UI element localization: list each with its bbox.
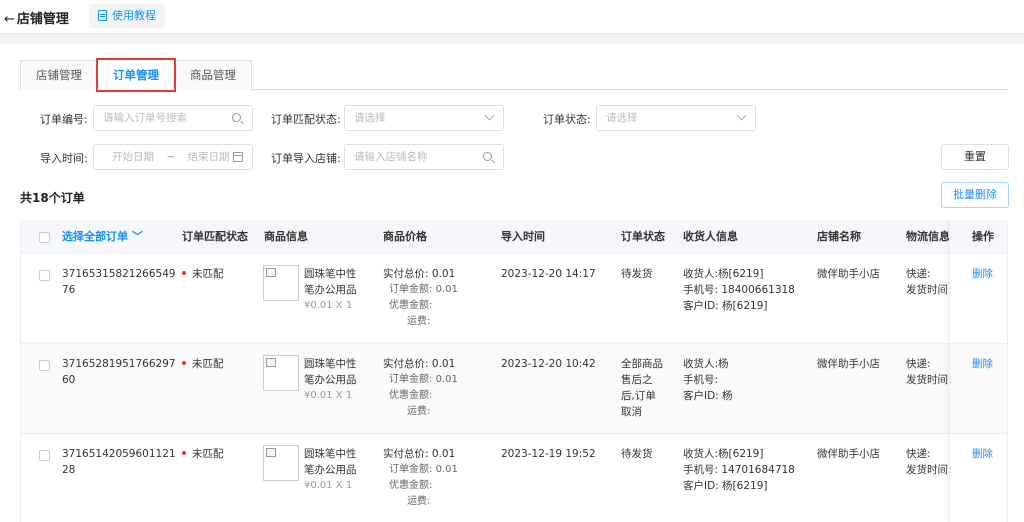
match-status-label: 订单匹配状态: — [271, 113, 341, 126]
order-status-label: 订单状态: — [543, 113, 591, 126]
logistics-info: 快递: 发货时间: — [906, 448, 952, 476]
table-row: 37165281951766297 60 未匹配 圆珠笔中性 笔办公用品 ¥0.01 … — [21, 344, 1007, 434]
match-status-select[interactable]: 请选择 — [344, 105, 504, 131]
chevron-down-icon — [484, 110, 495, 121]
order-status-placeholder: 请选择 — [606, 112, 638, 124]
column-header-logistics-info: 物流信息 — [906, 230, 950, 243]
column-header-import-time: 导入时间 — [501, 230, 545, 243]
row-checkbox[interactable] — [39, 270, 50, 281]
column-header-match-status: 订单匹配状态 — [182, 230, 248, 243]
back-label: 店铺管理 — [16, 12, 69, 27]
order-number: 37165142059601121 28 — [62, 448, 176, 476]
reset-button[interactable]: 重置 — [941, 144, 1009, 170]
table-header: 选择全部订单 ﹀ 订单匹配状态 商品信息 商品价格 导入时间 订单状态 收货人信… — [21, 220, 1007, 254]
column-header-order-status: 订单状态 — [621, 230, 665, 243]
match-status: 未匹配 — [182, 356, 224, 372]
receiver-info: 收货人:杨[6219] 手机号: 18400661318 客户ID: 杨[6219] — [683, 268, 795, 312]
column-header-product-info: 商品信息 — [264, 230, 308, 243]
select-all-orders-dropdown[interactable]: 选择全部订单 ﹀ — [62, 220, 143, 254]
order-status: 全部商品 售后之 后,订单 取消 — [621, 358, 663, 418]
product-price: 实付总价: 0.01 订单金额: 0.01 优惠金额: 运费: — [383, 358, 458, 417]
tab-product-management[interactable]: 商品管理 — [174, 60, 252, 90]
product-price: 实付总价: 0.01 订单金额: 0.01 优惠金额: 运费: — [383, 268, 458, 327]
document-icon — [98, 10, 107, 21]
order-status: 待发货 — [621, 268, 653, 280]
range-separator: ~ — [166, 151, 176, 163]
start-date-placeholder: 开始日期 — [112, 151, 154, 163]
receiver-info: 收货人:杨 手机号: 客户ID: 杨 — [683, 358, 733, 402]
status-dot-icon — [182, 451, 186, 455]
shop-name-input[interactable]: 请输入店铺名称 — [344, 144, 504, 170]
order-status: 待发货 — [621, 448, 653, 460]
table-row: 37165142059601121 28 未匹配 圆珠笔中性 笔办公用品 ¥0.01 … — [21, 434, 1007, 522]
tutorial-label: 使用教程 — [112, 9, 156, 22]
batch-delete-button[interactable]: 批量删除 — [941, 182, 1009, 208]
back-button[interactable]: ← 店铺管理 — [4, 8, 69, 27]
column-header-select-all: 选择全部订单 — [62, 230, 128, 243]
order-no-input[interactable]: 请输入订单号搜索 — [93, 105, 253, 131]
logistics-info: 快递: 发货时间: — [906, 358, 952, 386]
end-date-placeholder: 结束日期 — [187, 151, 230, 163]
import-time: 2023-12-20 14:17 — [501, 268, 596, 280]
shop-name: 微伴助手小店 — [817, 358, 880, 370]
column-header-product-price: 商品价格 — [383, 230, 427, 243]
order-number: 37165281951766297 60 — [62, 358, 176, 386]
match-status: 未匹配 — [182, 446, 224, 462]
shop-name: 微伴助手小店 — [817, 448, 880, 460]
shop-name: 微伴助手小店 — [817, 268, 880, 280]
search-icon — [232, 113, 241, 122]
chevron-down-icon — [736, 110, 747, 121]
tab-order-management[interactable]: 订单管理 — [96, 58, 176, 92]
product-price: 实付总价: 0.01 订单金额: 0.01 优惠金额: 运费: — [383, 448, 458, 507]
order-no-label: 订单编号: — [40, 113, 88, 126]
tab-shop-management[interactable]: 店铺管理 — [20, 60, 98, 90]
status-dot-icon — [182, 361, 186, 365]
table-row: 37165315821266549 76 未匹配 圆珠笔中性 笔办公用品 ¥0.01 … — [21, 254, 1007, 344]
order-count: 共18个订单 — [20, 191, 85, 205]
main-card: 店铺管理 订单管理 商品管理 订单编号: 请输入订单号搜索 订单匹配状态: 请选… — [0, 44, 1024, 522]
import-time-label: 导入时间: — [40, 152, 88, 165]
product-image — [263, 355, 299, 391]
row-checkbox[interactable] — [39, 450, 50, 461]
receiver-info: 收货人:杨[6219] 手机号: 14701684718 客户ID: 杨[6219] — [683, 448, 795, 492]
actions-fixed-column — [949, 220, 1007, 522]
shop-label: 订单导入店铺: — [271, 152, 341, 165]
logistics-info: 快递: 发货时间: — [906, 268, 952, 296]
back-arrow-icon: ← — [4, 12, 15, 27]
import-time: 2023-12-19 19:52 — [501, 448, 596, 460]
select-all-checkbox[interactable] — [39, 232, 50, 243]
match-status: 未匹配 — [182, 266, 224, 282]
column-header-receiver-info: 收货人信息 — [683, 230, 738, 243]
import-time-range[interactable]: 开始日期 ~ 结束日期 — [93, 144, 253, 170]
orders-table: 选择全部订单 ﹀ 订单匹配状态 商品信息 商品价格 导入时间 订单状态 收货人信… — [20, 220, 1008, 522]
column-header-shop-name: 店铺名称 — [817, 230, 861, 243]
match-status-placeholder: 请选择 — [354, 112, 386, 124]
order-number: 37165315821266549 76 — [62, 268, 176, 296]
product-image — [263, 445, 299, 481]
product-image — [263, 265, 299, 301]
chevron-down-icon: ﹀ — [131, 230, 143, 243]
status-dot-icon — [182, 271, 186, 275]
order-status-select[interactable]: 请选择 — [596, 105, 756, 131]
calendar-icon — [233, 152, 243, 162]
product-info: 圆珠笔中性 笔办公用品 ¥0.01 X 1 — [304, 448, 357, 491]
top-bar: ← 店铺管理 使用教程 — [0, 0, 1024, 34]
row-checkbox[interactable] — [39, 360, 50, 371]
tutorial-button[interactable]: 使用教程 — [89, 4, 165, 28]
import-time: 2023-12-20 10:42 — [501, 358, 596, 370]
product-info: 圆珠笔中性 笔办公用品 ¥0.01 X 1 — [304, 358, 357, 401]
shop-name-placeholder: 请输入店铺名称 — [354, 151, 428, 163]
order-no-placeholder: 请输入订单号搜索 — [103, 112, 187, 124]
product-info: 圆珠笔中性 笔办公用品 ¥0.01 X 1 — [304, 268, 357, 311]
search-icon — [483, 152, 492, 161]
tab-bar: 店铺管理 订单管理 商品管理 — [20, 58, 1008, 92]
